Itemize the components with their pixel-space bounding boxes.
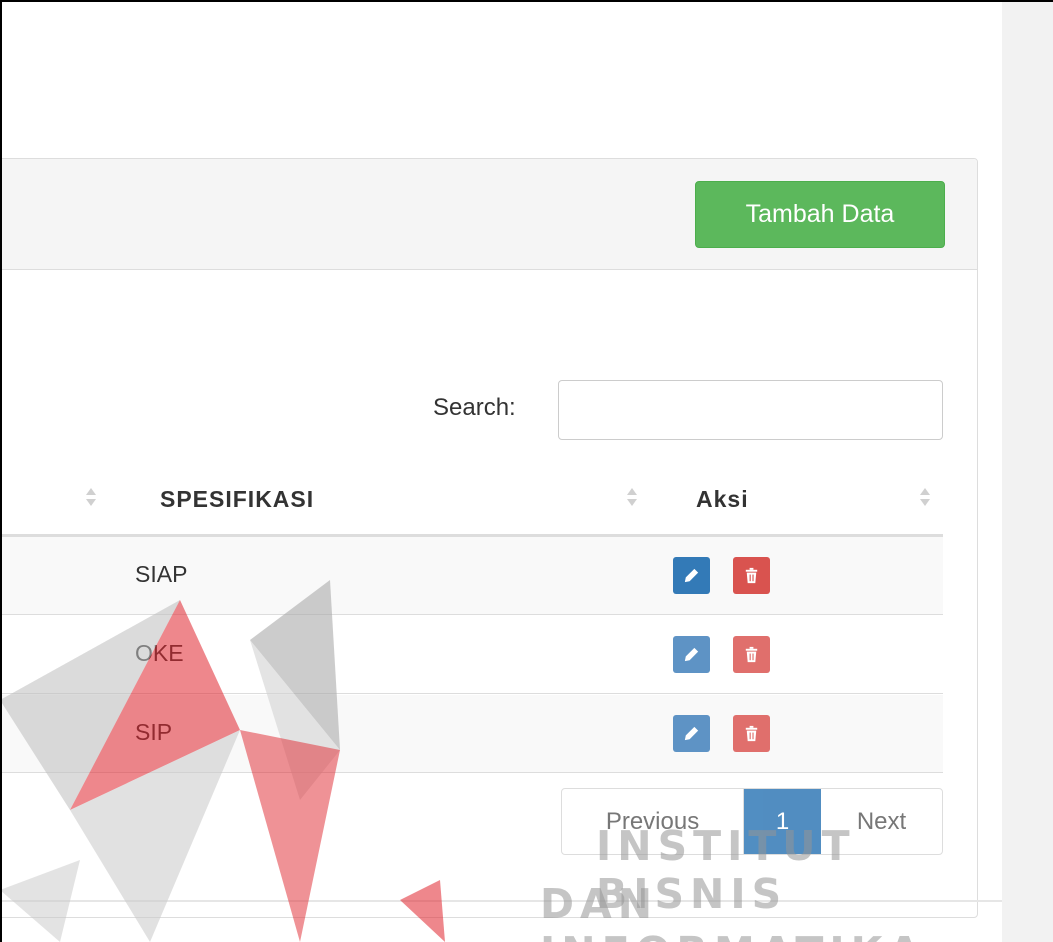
trash-icon [745,646,758,663]
delete-button[interactable] [733,636,770,673]
pencil-icon [684,726,699,741]
cell-spesifikasi: SIAP [135,561,188,587]
edit-button[interactable] [673,557,710,594]
table-row: SIP [0,695,943,773]
sort-icon[interactable] [84,482,98,512]
pencil-icon [684,568,699,583]
edit-button[interactable] [673,636,710,673]
panel-heading: Tambah Data [0,159,977,270]
pagination: Previous 1 Next [561,788,943,855]
table-row: OKE [0,616,943,694]
search-label: Search: [433,394,516,421]
cell-spesifikasi: OKE [135,640,184,666]
pencil-icon [684,647,699,662]
pagination-next[interactable]: Next [821,789,942,854]
pagination-page-1[interactable]: 1 [744,789,821,854]
panel-bottom-border [0,900,1002,902]
cell-spesifikasi: SIP [135,719,173,745]
add-data-button[interactable]: Tambah Data [695,181,945,248]
pagination-previous[interactable]: Previous [562,789,744,854]
table-row: SIAP [0,537,943,615]
page-right-gutter [1002,0,1053,942]
trash-icon [745,567,758,584]
edit-button[interactable] [673,715,710,752]
sort-icon[interactable] [918,482,932,512]
column-header-spesifikasi[interactable]: SPESIFIKASI [160,486,314,513]
sort-icon[interactable] [625,482,639,512]
delete-button[interactable] [733,715,770,752]
column-header-aksi[interactable]: Aksi [696,486,749,513]
search-input[interactable] [558,380,943,440]
trash-icon [745,725,758,742]
delete-button[interactable] [733,557,770,594]
